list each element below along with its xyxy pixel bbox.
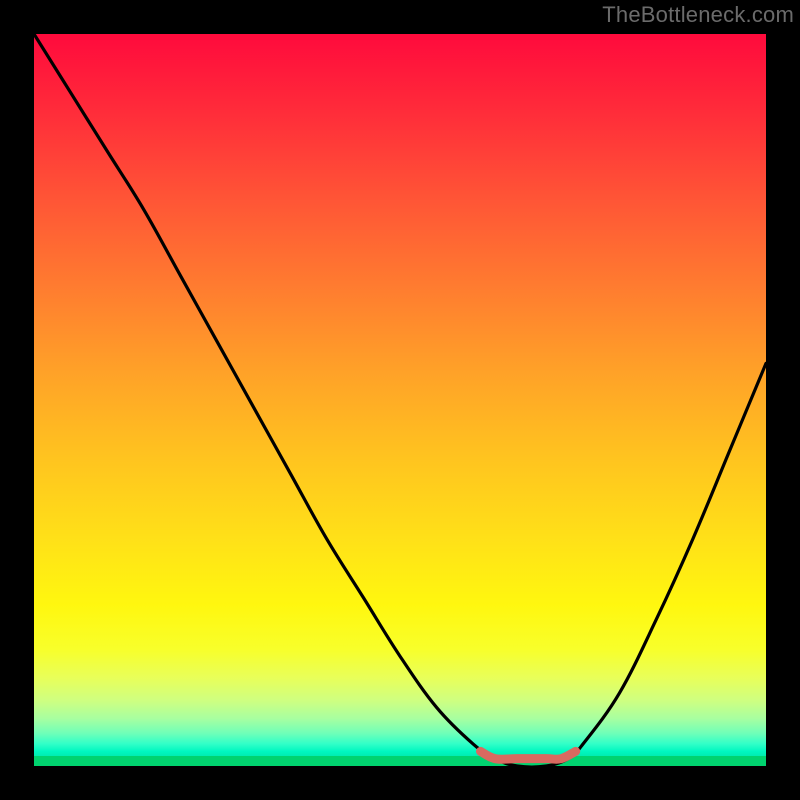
chart-svg xyxy=(34,34,766,766)
plot-background-gradient xyxy=(34,34,766,766)
bottleneck-curve xyxy=(34,34,766,766)
chart-frame xyxy=(22,22,778,778)
optimal-flat-segment xyxy=(481,751,576,759)
